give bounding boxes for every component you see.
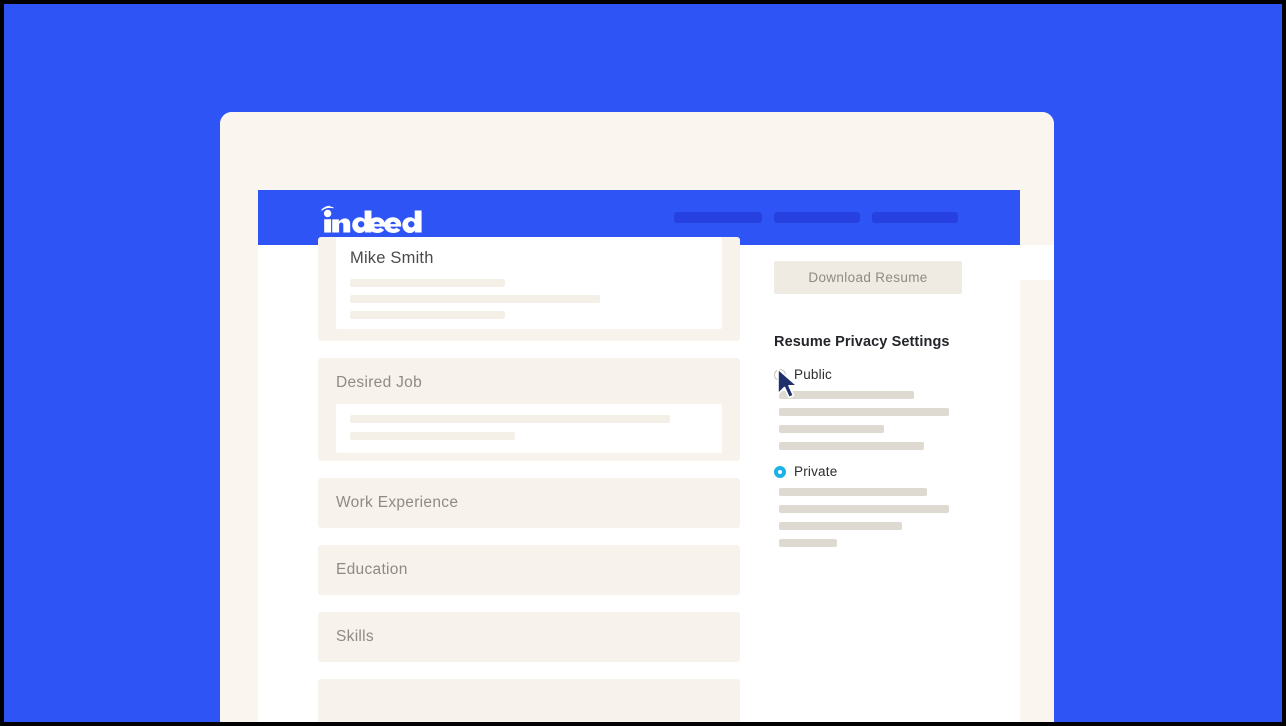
desired-job-card-inner [336,404,722,453]
desired-job-card[interactable]: Desired Job [318,358,740,461]
skeleton-line [779,505,949,513]
privacy-option-private-label: Private [794,464,838,479]
skeleton-line [350,432,515,440]
private-description-skeleton-group [774,488,989,547]
profile-name: Mike Smith [350,249,434,267]
nav-item-3[interactable] [872,212,958,223]
education-card[interactable]: Education [318,545,740,595]
radio-button-public-icon[interactable] [774,368,786,381]
profile-skeleton-group [350,279,708,319]
browser-chrome [220,112,1054,280]
blue-backdrop: Mike Smith Desired Job Work Experience E… [4,4,1282,722]
download-resume-button[interactable]: Download Resume [774,261,962,294]
education-title: Education [336,561,408,578]
skeleton-line [779,539,837,547]
skeleton-line [350,279,505,287]
nav-item-2[interactable] [774,212,860,223]
nav-item-1[interactable] [674,212,762,223]
privacy-settings-heading: Resume Privacy Settings [774,334,950,350]
profile-card[interactable]: Mike Smith [318,237,740,341]
work-experience-title: Work Experience [336,494,459,511]
additional-section-card[interactable] [318,679,740,722]
skeleton-line [779,488,927,496]
work-experience-card[interactable]: Work Experience [318,478,740,528]
public-description-skeleton-group [774,391,989,450]
skeleton-line [779,391,914,399]
skills-title: Skills [336,628,374,645]
skills-card[interactable]: Skills [318,612,740,662]
skeleton-line [350,295,600,303]
radio-button-private-icon[interactable] [774,465,786,478]
privacy-option-public-label: Public [794,367,832,382]
skeleton-line [350,311,505,319]
profile-card-inner: Mike Smith [336,237,722,329]
privacy-option-private[interactable]: Private [774,464,989,479]
page-body: Mike Smith Desired Job Work Experience E… [258,237,1020,722]
skeleton-line [779,408,949,416]
skeleton-line [779,425,884,433]
desired-job-skeleton-group [350,415,708,440]
settings-column: Download Resume Resume Privacy Settings … [774,261,989,556]
skeleton-line [779,522,902,530]
resume-column: Mike Smith Desired Job Work Experience E… [318,237,740,722]
privacy-option-public[interactable]: Public [774,367,989,382]
indeed-logo[interactable] [314,203,439,233]
skeleton-line [779,442,924,450]
skeleton-line [350,415,670,423]
desired-job-title: Desired Job [336,374,423,391]
